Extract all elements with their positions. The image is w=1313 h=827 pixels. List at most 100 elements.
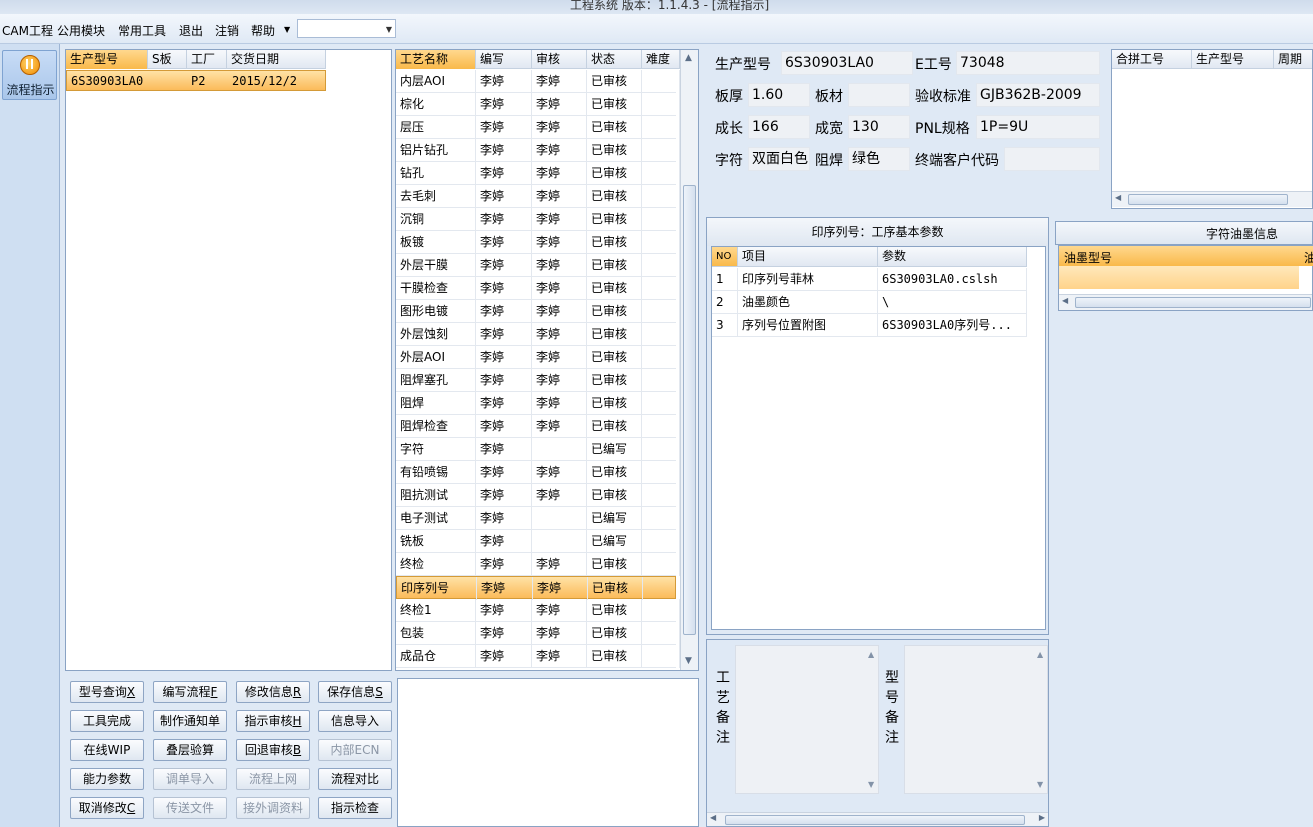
- process-row[interactable]: 沉铜 李婷 李婷 已审核: [396, 208, 680, 231]
- process-row[interactable]: 有铅喷锡 李婷 李婷 已审核: [396, 461, 680, 484]
- process-row[interactable]: 字符 李婷 已编写: [396, 438, 680, 461]
- process-row[interactable]: 终检 李婷 李婷 已审核: [396, 553, 680, 576]
- process-grid[interactable]: 工艺名称 编写 审核 状态 难度 内层AOI 李婷 李婷 已审核 棕化 李婷 李婷 已审核 层压…: [395, 49, 699, 671]
- process-row[interactable]: 外层AOI 李婷 李婷 已审核: [396, 346, 680, 369]
- scrollbar-thumb[interactable]: [683, 185, 696, 635]
- action-button-1-0[interactable]: 工具完成: [70, 710, 144, 732]
- scrollbar-thumb[interactable]: [1128, 194, 1288, 205]
- header-no[interactable]: NO: [712, 247, 738, 266]
- menu-common-module[interactable]: 公用模块: [57, 22, 105, 39]
- process-row[interactable]: 图形电镀 李婷 李婷 已审核: [396, 300, 680, 323]
- nav-flow-instruction-button[interactable]: 流程指示: [2, 50, 57, 100]
- header-param[interactable]: 参数: [878, 247, 1027, 266]
- header-merge-no[interactable]: 合拼工号: [1112, 50, 1192, 69]
- scroll-right-icon[interactable]: ▶: [1039, 813, 1045, 822]
- thickness-field[interactable]: 1.60: [748, 83, 810, 107]
- ink-grid[interactable]: 油墨型号 油 ◀: [1058, 245, 1313, 311]
- table-row[interactable]: 6S30903LA0 P2 2015/12/2: [66, 70, 326, 91]
- action-button-3-2[interactable]: 流程上网: [236, 768, 310, 790]
- scroll-left-icon[interactable]: ◀: [1062, 296, 1068, 305]
- process-row[interactable]: 干膜检查 李婷 李婷 已审核: [396, 277, 680, 300]
- header-ink-model[interactable]: 油墨型号: [1064, 249, 1112, 266]
- notes-box[interactable]: [397, 678, 699, 827]
- action-button-4-3[interactable]: 指示检查: [318, 797, 392, 819]
- model-remark-scrollbar[interactable]: ▲ ▼: [1035, 646, 1047, 793]
- process-row[interactable]: 铝片钻孔 李婷 李婷 已审核: [396, 139, 680, 162]
- ink-grid-row[interactable]: [1059, 266, 1299, 289]
- process-remark-field[interactable]: ▲ ▼: [735, 645, 879, 794]
- action-button-3-3[interactable]: 流程对比: [318, 768, 392, 790]
- menu-help[interactable]: 帮助: [251, 22, 275, 39]
- action-button-3-1[interactable]: 调单导入: [153, 768, 227, 790]
- header-difficulty[interactable]: 难度: [642, 50, 680, 69]
- process-row[interactable]: 阻抗测试 李婷 李婷 已审核: [396, 484, 680, 507]
- header-process-name[interactable]: 工艺名称: [396, 50, 476, 69]
- action-button-1-2[interactable]: 指示审核H: [236, 710, 310, 732]
- width-field[interactable]: 130: [848, 115, 910, 139]
- menu-common-tools[interactable]: 常用工具: [118, 22, 166, 39]
- header-model[interactable]: 生产型号: [66, 50, 148, 69]
- process-row[interactable]: 板镀 李婷 李婷 已审核: [396, 231, 680, 254]
- process-row[interactable]: 包装 李婷 李婷 已审核: [396, 622, 680, 645]
- e-number-field[interactable]: 73048: [956, 51, 1100, 75]
- header-reviewer[interactable]: 审核: [532, 50, 587, 69]
- action-button-4-0[interactable]: 取消修改C: [70, 797, 144, 819]
- scroll-left-icon[interactable]: ◀: [710, 813, 716, 822]
- scroll-left-icon[interactable]: ◀: [1115, 193, 1121, 202]
- process-row[interactable]: 棕化 李婷 李婷 已审核: [396, 93, 680, 116]
- scrollbar-thumb[interactable]: [725, 815, 1025, 825]
- scroll-down-icon[interactable]: ▼: [685, 656, 692, 666]
- header-delivery-date[interactable]: 交货日期: [227, 50, 326, 69]
- menu-exit[interactable]: 退出: [179, 22, 203, 39]
- scroll-up-icon[interactable]: ▲: [685, 53, 692, 63]
- chevron-down-icon[interactable]: ▼: [386, 25, 392, 34]
- process-row[interactable]: 层压 李婷 李婷 已审核: [396, 116, 680, 139]
- action-button-2-2[interactable]: 回退审核B: [236, 739, 310, 761]
- param-row[interactable]: 2 油墨颜色 \: [712, 291, 1027, 314]
- model-remark-field[interactable]: ▲ ▼: [904, 645, 1048, 794]
- action-button-2-0[interactable]: 在线WIP: [70, 739, 144, 761]
- process-grid-scrollbar[interactable]: ▲ ▼: [680, 50, 698, 670]
- action-button-0-1[interactable]: 编写流程F: [153, 681, 227, 703]
- action-button-3-0[interactable]: 能力参数: [70, 768, 144, 790]
- char-field[interactable]: 双面白色: [748, 147, 810, 171]
- process-row[interactable]: 终检1 李婷 李婷 已审核: [396, 599, 680, 622]
- menu-logout[interactable]: 注销: [215, 22, 239, 39]
- process-row[interactable]: 印序列号 李婷 李婷 已审核: [396, 576, 681, 600]
- header-factory[interactable]: 工厂: [187, 50, 227, 69]
- action-button-4-1[interactable]: 传送文件: [153, 797, 227, 819]
- end-customer-code-field[interactable]: [1004, 147, 1100, 171]
- param-row[interactable]: 3 序列号位置附图 6S30903LA0序列号...: [712, 314, 1027, 337]
- process-row[interactable]: 去毛刺 李婷 李婷 已审核: [396, 185, 680, 208]
- process-row[interactable]: 钻孔 李婷 李婷 已审核: [396, 162, 680, 185]
- param-grid[interactable]: NO 项目 参数 1 印序列号菲林 6S30903LA0.cslsh 2 油墨颜色 \ 3 序…: [711, 246, 1046, 630]
- acceptance-standard-field[interactable]: GJB362B-2009: [976, 83, 1100, 107]
- action-button-2-1[interactable]: 叠层验算: [153, 739, 227, 761]
- action-button-0-0[interactable]: 型号查询X: [70, 681, 144, 703]
- header-merge-model[interactable]: 生产型号: [1192, 50, 1274, 69]
- process-row[interactable]: 内层AOI 李婷 李婷 已审核: [396, 70, 680, 93]
- action-button-1-1[interactable]: 制作通知单: [153, 710, 227, 732]
- param-row[interactable]: 1 印序列号菲林 6S30903LA0.cslsh: [712, 268, 1027, 291]
- action-button-0-3[interactable]: 保存信息S: [318, 681, 392, 703]
- ink-grid-hscroll[interactable]: ◀: [1059, 294, 1312, 310]
- header-s-board[interactable]: S板: [148, 50, 187, 69]
- menu-combo-box[interactable]: ▼: [297, 19, 396, 38]
- process-row[interactable]: 外层干膜 李婷 李婷 已审核: [396, 254, 680, 277]
- action-button-2-3[interactable]: 内部ECN: [318, 739, 392, 761]
- process-row[interactable]: 阻焊塞孔 李婷 李婷 已审核: [396, 369, 680, 392]
- header-item[interactable]: 项目: [738, 247, 878, 266]
- header-cycle[interactable]: 周期: [1274, 50, 1312, 69]
- process-row[interactable]: 电子测试 李婷 已编写: [396, 507, 680, 530]
- process-row[interactable]: 阻焊 李婷 李婷 已审核: [396, 392, 680, 415]
- order-grid[interactable]: 生产型号 S板 工厂 交货日期 6S30903LA0 P2 2015/12/2: [65, 49, 392, 671]
- action-button-1-3[interactable]: 信息导入: [318, 710, 392, 732]
- header-writer[interactable]: 编写: [476, 50, 532, 69]
- process-remark-scrollbar[interactable]: ▲ ▼: [866, 646, 878, 793]
- length-field[interactable]: 166: [748, 115, 810, 139]
- header-ink-more[interactable]: 油: [1304, 249, 1313, 266]
- header-status[interactable]: 状态: [587, 50, 642, 69]
- model-field[interactable]: 6S30903LA0: [781, 51, 913, 75]
- action-button-4-2[interactable]: 接外调资料: [236, 797, 310, 819]
- material-field[interactable]: [848, 83, 910, 107]
